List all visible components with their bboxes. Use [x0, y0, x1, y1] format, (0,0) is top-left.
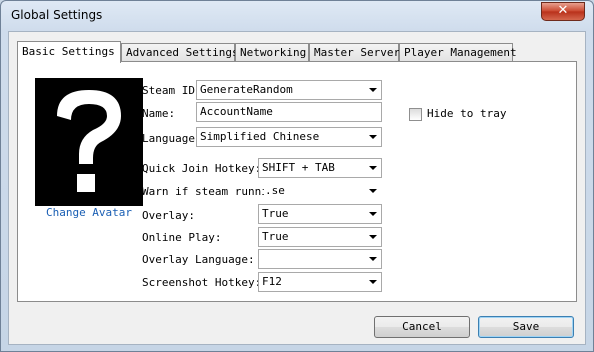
tab-master-server[interactable]: Master Server	[309, 43, 400, 62]
question-mark-icon	[57, 90, 121, 192]
overlay-combo[interactable]: True	[258, 204, 382, 224]
language-label: Language:	[142, 132, 202, 145]
chevron-down-icon	[369, 189, 377, 193]
hide-to-tray-label[interactable]: Hide to tray	[427, 107, 506, 120]
screenshot-hotkey-value: F12	[262, 275, 282, 288]
chevron-down-icon	[369, 212, 377, 216]
online-play-label: Online Play:	[142, 231, 222, 244]
title-bar[interactable]: Global Settings ✕	[1, 1, 593, 29]
steam-id-combo[interactable]: GenerateRandom	[196, 80, 382, 100]
tab-networking[interactable]: Networking	[235, 43, 309, 62]
close-button[interactable]: ✕	[541, 2, 585, 21]
steam-id-value: GenerateRandom	[200, 83, 293, 96]
change-avatar-link[interactable]: Change Avatar	[35, 206, 143, 219]
steam-id-label: Steam ID:	[142, 84, 202, 97]
overlay-value: True	[262, 207, 289, 220]
tab-player-management[interactable]: Player Management	[399, 43, 517, 62]
online-play-combo[interactable]: True	[258, 227, 382, 247]
name-field[interactable]: AccountName	[196, 102, 382, 122]
language-value: Simplified Chinese	[200, 130, 320, 143]
chevron-down-icon	[369, 280, 377, 284]
screenshot-hotkey-label: Screenshot Hotkey:	[142, 276, 262, 289]
chevron-down-icon	[369, 166, 377, 170]
name-label: Name:	[142, 107, 176, 120]
cancel-button[interactable]: Cancel	[374, 316, 470, 338]
language-combo[interactable]: Simplified Chinese	[196, 127, 382, 147]
screenshot-hotkey-combo[interactable]: F12	[258, 272, 382, 292]
global-settings-window: Global Settings ✕ Basic Settings Advance…	[0, 0, 594, 352]
chevron-down-icon	[369, 235, 377, 239]
chevron-down-icon	[369, 135, 377, 139]
overlay-language-label: Overlay Language:	[142, 253, 255, 266]
quick-join-label: Quick Join Hotkey:	[142, 162, 262, 175]
quick-join-combo[interactable]: SHIFT + TAB	[258, 158, 382, 178]
overlay-language-combo[interactable]	[258, 249, 382, 269]
avatar[interactable]	[35, 78, 143, 206]
warn-steam-combo[interactable]: .se	[264, 181, 382, 201]
tab-advanced-settings[interactable]: Advanced Settings	[121, 43, 239, 62]
save-button[interactable]: Save	[478, 316, 574, 338]
hide-to-tray-checkbox[interactable]	[409, 108, 422, 121]
chevron-down-icon	[369, 88, 377, 92]
dialog-body: Basic Settings Advanced Settings Network…	[8, 31, 586, 345]
window-title: Global Settings	[11, 8, 103, 22]
name-value: AccountName	[200, 105, 273, 118]
quick-join-value: SHIFT + TAB	[262, 161, 335, 174]
tab-basic-settings[interactable]: Basic Settings	[17, 41, 121, 63]
overlay-label: Overlay:	[142, 209, 195, 222]
online-play-value: True	[262, 230, 289, 243]
warn-steam-value: .se	[265, 184, 285, 197]
close-icon: ✕	[557, 3, 569, 18]
chevron-down-icon	[369, 257, 377, 261]
